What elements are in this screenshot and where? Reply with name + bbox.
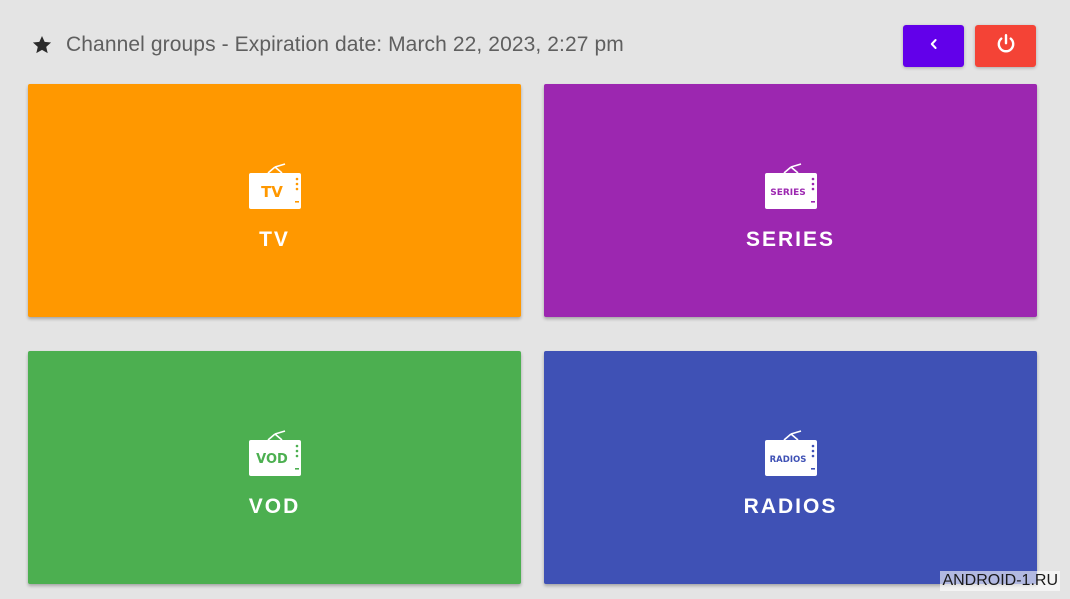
power-button[interactable] <box>975 25 1036 67</box>
tile-radios[interactable]: RADIOS RADIOS <box>544 351 1037 584</box>
tile-label-vod: VOD <box>248 495 301 518</box>
svg-text:RADIOS: RADIOS <box>769 455 806 465</box>
tile-series[interactable]: SERIES SERIES <box>544 84 1037 317</box>
page-title: Channel groups - Expiration date: March … <box>66 33 624 56</box>
power-icon <box>994 32 1018 61</box>
tv-icon: SERIES <box>764 163 817 209</box>
tile-vod[interactable]: VOD VOD <box>28 351 521 584</box>
tv-icon: TV <box>248 163 301 209</box>
star-icon <box>30 33 54 57</box>
chevron-left-icon <box>927 37 941 56</box>
tile-label-tv: TV <box>259 228 290 251</box>
tile-label-radios: RADIOS <box>743 495 838 518</box>
tile-tv[interactable]: TV TV <box>28 84 521 317</box>
header: Channel groups - Expiration date: March … <box>30 28 624 62</box>
tv-icon: VOD <box>248 430 301 476</box>
watermark: ANDROID-1.RU <box>940 571 1060 591</box>
tile-label-series: SERIES <box>745 228 836 251</box>
tv-icon: RADIOS <box>764 430 817 476</box>
svg-text:TV: TV <box>261 183 283 201</box>
back-button[interactable] <box>903 25 964 67</box>
svg-text:VOD: VOD <box>256 452 288 467</box>
svg-text:SERIES: SERIES <box>770 188 806 198</box>
